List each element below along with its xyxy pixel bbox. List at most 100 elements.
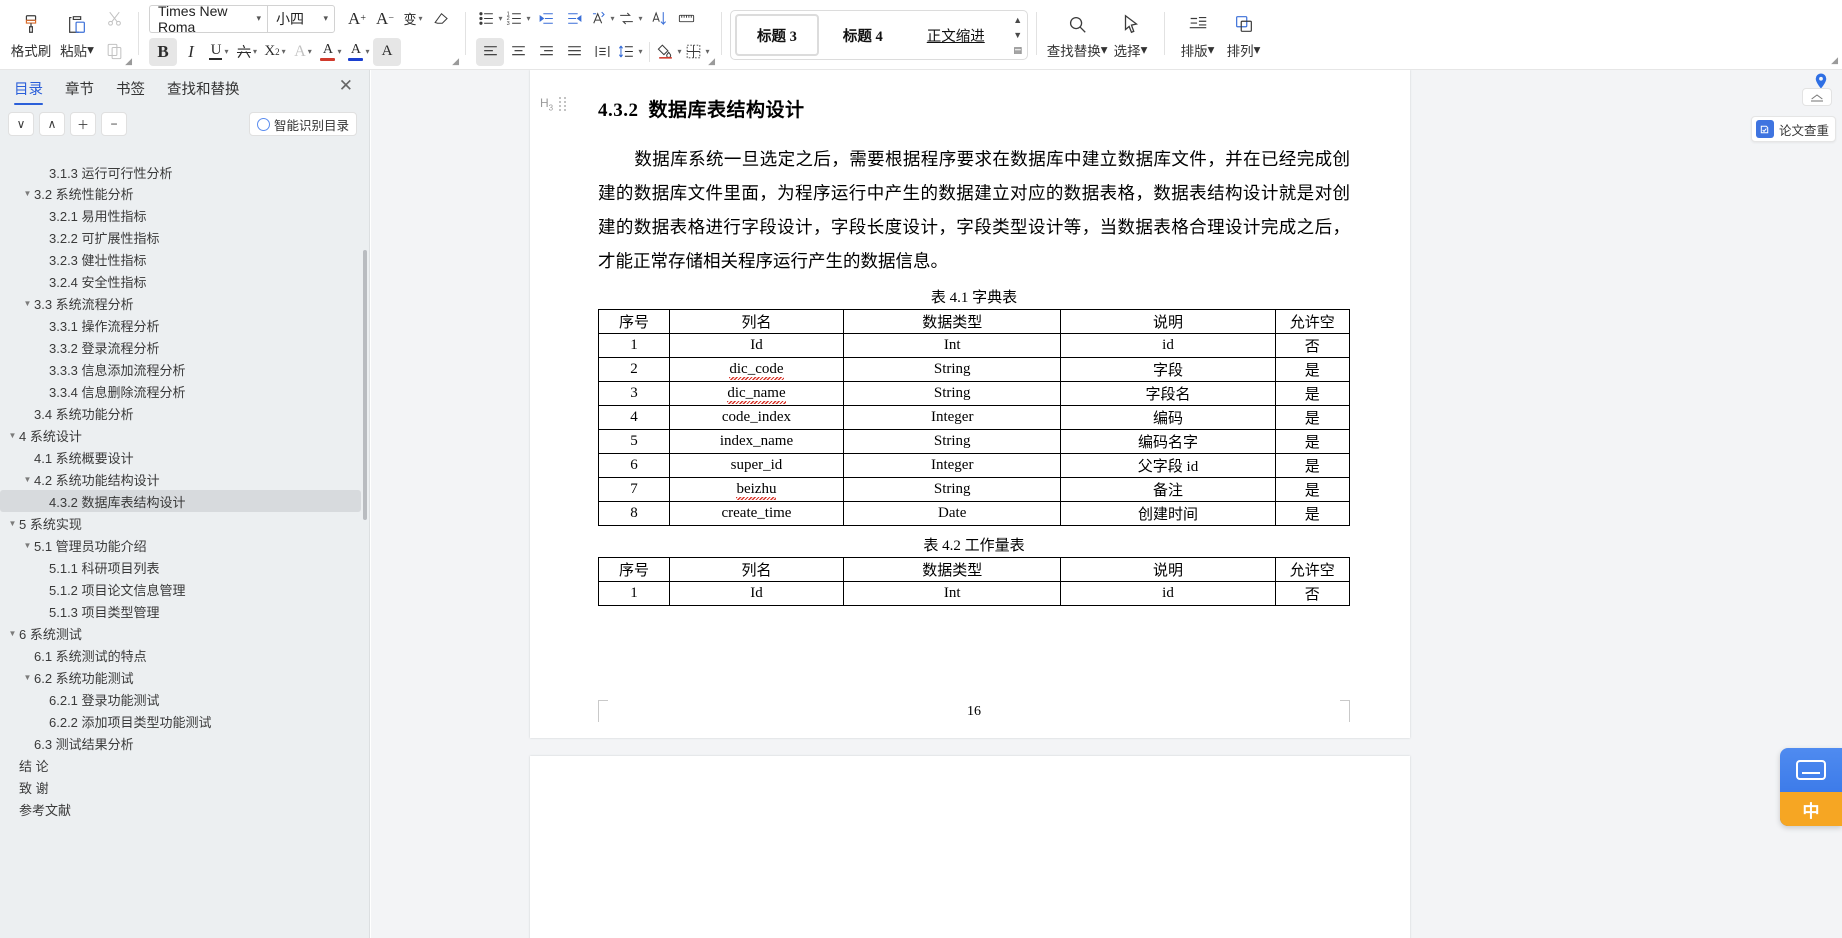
table-header-cell[interactable]: 允许空	[1274, 557, 1351, 582]
strikethrough-button[interactable]: 六 ▾	[233, 38, 261, 66]
toc-item[interactable]: ▼3.3.1 操作流程分析	[0, 314, 369, 336]
pinyin-guide-button[interactable]: 变 ▾	[399, 5, 427, 33]
superscript-button[interactable]: X 2 ▾	[261, 38, 289, 66]
table-cell[interactable]: 2	[598, 357, 670, 382]
shading-icon[interactable]: ▾	[655, 38, 683, 66]
decrease-indent-icon[interactable]	[532, 5, 560, 33]
table-cell[interactable]: id	[1060, 333, 1276, 358]
table-header-cell[interactable]: 说明	[1060, 557, 1276, 582]
smart-toc-button[interactable]: 智能识别目录	[248, 112, 357, 136]
table-cell[interactable]: code_index	[668, 405, 844, 430]
paper-check-button[interactable]: 论文查重	[1750, 116, 1836, 142]
toc-item[interactable]: ▼3.2.4 安全性指标	[0, 270, 369, 292]
styles-expand-icon[interactable]: ▤	[1011, 43, 1025, 58]
numbered-list-icon[interactable]: 1 23 ▾	[504, 5, 532, 33]
format-painter-button[interactable]: 格式刷	[8, 3, 54, 67]
toc-item[interactable]: ▼ 4.2 系统功能结构设计	[0, 468, 369, 490]
toc-item[interactable]: ▼5.1.1 科研项目列表	[0, 556, 369, 578]
paragraph-dialog-launcher[interactable]: ◢	[708, 56, 715, 67]
tab-order-icon[interactable]: ▾	[616, 5, 644, 33]
table-cell[interactable]: super_id	[668, 453, 844, 478]
table-header-cell[interactable]: 列名	[668, 557, 844, 582]
grow-font-button[interactable]: A +	[343, 5, 371, 33]
bullet-list-icon[interactable]: ▾	[476, 5, 504, 33]
table-cell[interactable]: Int	[842, 333, 1062, 358]
table-cell[interactable]: 是	[1274, 405, 1351, 430]
table-cell[interactable]: 编码名字	[1060, 429, 1276, 454]
ime-floating-widget[interactable]: 中	[1780, 748, 1842, 826]
font-color-button[interactable]: A ▾	[345, 38, 373, 66]
toc-item[interactable]: ▼ 5.1 管理员功能介绍	[0, 534, 369, 556]
table-cell[interactable]: 备注	[1060, 477, 1276, 502]
increase-indent-icon[interactable]	[560, 5, 588, 33]
table-header-cell[interactable]: 允许空	[1274, 309, 1351, 334]
table-cell[interactable]: String	[842, 357, 1062, 382]
table-cell[interactable]: 1	[598, 333, 670, 358]
text-direction-icon[interactable]: ▾	[588, 5, 616, 33]
sidebar-scrollbar[interactable]	[363, 250, 367, 520]
borders-icon[interactable]: ▾	[683, 38, 711, 66]
toc-item-selected[interactable]: ▼4.3.2 数据库表结构设计	[0, 490, 361, 512]
table-cell[interactable]: Integer	[842, 453, 1062, 478]
styles-dialog-launcher[interactable]: ◢	[1831, 55, 1838, 66]
table-cell[interactable]: 是	[1274, 381, 1351, 406]
table-cell[interactable]: String	[842, 381, 1062, 406]
table-header-cell[interactable]: 列名	[668, 309, 844, 334]
table-cell[interactable]: 8	[598, 501, 670, 526]
drag-handle-icon[interactable]	[559, 97, 567, 112]
table-cell[interactable]: Date	[842, 501, 1062, 526]
find-replace-button[interactable]: 查找替换 ▾	[1047, 3, 1108, 67]
select-button[interactable]: 选择 ▾	[1108, 3, 1154, 67]
table-cell[interactable]: 是	[1274, 501, 1351, 526]
toc-item[interactable]: ▼5.1.3 项目类型管理	[0, 600, 369, 622]
chevron-down-icon[interactable]: ▼	[21, 299, 34, 308]
style-heading-4[interactable]: 标题 4	[823, 14, 903, 56]
table-cell[interactable]: 是	[1274, 477, 1351, 502]
table-cell[interactable]: 创建时间	[1060, 501, 1276, 526]
panel-collapse-icon[interactable]	[1802, 88, 1832, 106]
italic-button[interactable]: I	[177, 38, 205, 66]
chevron-down-icon[interactable]: ▼	[21, 541, 34, 550]
align-right-icon[interactable]	[532, 38, 560, 66]
table-cell[interactable]: 1	[598, 581, 670, 606]
toc-item[interactable]: ▼ 6 系统测试	[0, 622, 369, 644]
sidebar-tab-bookmarks[interactable]: 书签	[116, 78, 145, 105]
toc-item[interactable]: ▼致 谢	[0, 776, 369, 798]
collapse-up-button[interactable]: ∧	[39, 112, 65, 136]
styles-scroll-buttons[interactable]: ▲ ▼ ▤	[1011, 12, 1025, 58]
table-cell[interactable]: 是	[1274, 453, 1351, 478]
toc-item[interactable]: ▼3.4 系统功能分析	[0, 402, 369, 424]
ime-keyboard-area[interactable]	[1780, 748, 1842, 792]
table-cell[interactable]: dic_code	[668, 357, 844, 382]
table-cell[interactable]: beizhu	[668, 477, 844, 502]
font-size-select[interactable]: 小四 ▾	[267, 4, 335, 33]
sidebar-tab-chapters[interactable]: 章节	[65, 78, 94, 105]
workload-table[interactable]: 序号 列名 数据类型 说明 允许空 1 Id Int id 否	[598, 557, 1351, 606]
toc-item[interactable]: ▼ 4 系统设计	[0, 424, 369, 446]
underline-button[interactable]: U ▾	[205, 38, 233, 66]
table-header-cell[interactable]: 数据类型	[842, 309, 1062, 334]
toc-item[interactable]: ▼3.2.1 易用性指标	[0, 204, 369, 226]
table-cell[interactable]: Int	[842, 581, 1062, 606]
toc-item[interactable]: ▼5.1.2 项目论文信息管理	[0, 578, 369, 600]
table-cell[interactable]: String	[842, 429, 1062, 454]
highlight-color-button[interactable]: A ▾	[317, 38, 345, 66]
styles-scroll-down-icon[interactable]: ▼	[1011, 28, 1025, 43]
table-cell[interactable]: Id	[668, 333, 844, 358]
table-header-cell[interactable]: 序号	[598, 309, 670, 334]
table-cell[interactable]: create_time	[668, 501, 844, 526]
clipboard-dialog-launcher[interactable]: ◢	[125, 56, 132, 67]
align-justify-icon[interactable]	[560, 38, 588, 66]
table-cell[interactable]: Id	[668, 581, 844, 606]
toc-tree[interactable]: ▼3.1.3 运行可行性分析▼3.2 系统性能分析▼3.2.1 易用性指标▼3.…	[0, 166, 369, 938]
table-cell[interactable]: 7	[598, 477, 670, 502]
table-cell[interactable]: String	[842, 477, 1062, 502]
toc-item[interactable]: ▼ 3.3 系统流程分析	[0, 292, 369, 314]
table-cell[interactable]: id	[1060, 581, 1276, 606]
close-icon[interactable]: ✕	[339, 76, 353, 96]
decrease-level-button[interactable]: −	[101, 112, 127, 136]
sidebar-tab-find-replace[interactable]: 查找和替换	[167, 78, 240, 105]
toc-item[interactable]: ▼3.3.4 信息删除流程分析	[0, 380, 369, 402]
font-name-select[interactable]: Times New Roma ▾	[149, 3, 267, 35]
sidebar-tab-toc[interactable]: 目录	[14, 78, 43, 105]
